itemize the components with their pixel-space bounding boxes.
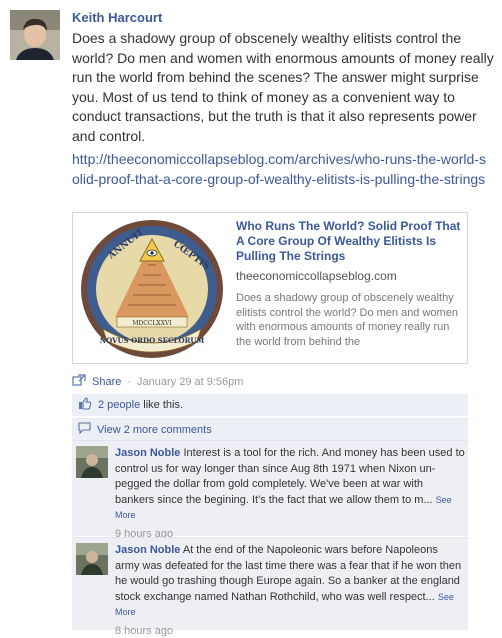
likes-count-link[interactable]: 2 people — [98, 399, 140, 411]
link-preview-description: Does a shadowy group of obscenely wealth… — [236, 292, 458, 348]
seal-image[interactable]: MDCCLXXVI ANNUIT CŒPTIS NOVUS ORDO SECLO… — [77, 217, 227, 361]
seal-year: MDCCLXXVI — [132, 320, 172, 327]
link-preview-card[interactable]: MDCCLXXVI ANNUIT CŒPTIS NOVUS ORDO SECLO… — [72, 212, 468, 364]
share-link[interactable]: Share — [92, 376, 121, 388]
link-preview-domain: theeconomiccollapseblog.com — [236, 269, 397, 283]
comment-author[interactable]: Jason Noble — [115, 544, 180, 556]
view-more-comments-link[interactable]: View 2 more comments — [97, 424, 212, 436]
comment-timestamp[interactable]: 8 hours ago — [115, 624, 465, 638]
seal-motto-bottom: NOVUS ORDO SECLORUM — [100, 336, 205, 345]
meta-separator: · — [127, 375, 132, 388]
link-preview-title[interactable]: Who Runs The World? Solid Proof That A C… — [236, 219, 464, 264]
post-link[interactable]: http://theeconomiccollapseblog.com/archi… — [72, 150, 488, 189]
likes-row: 2 people like this. — [72, 394, 468, 416]
commenter-avatar[interactable] — [76, 543, 108, 575]
comment-author[interactable]: Jason Noble — [115, 447, 180, 459]
comment-item: Jason Noble At the end of the Napoleonic… — [72, 537, 468, 637]
post-timestamp[interactable]: January 29 at 9:56pm — [137, 376, 243, 388]
post-author-name[interactable]: Keith Harcourt — [72, 10, 162, 25]
comment-icon — [78, 422, 91, 437]
thumbs-up-icon — [78, 397, 92, 413]
view-more-comments-row[interactable]: View 2 more comments — [72, 418, 468, 440]
commenter-avatar[interactable] — [76, 446, 108, 478]
post-meta: Share · January 29 at 9:56pm — [72, 374, 243, 389]
author-avatar[interactable] — [10, 10, 60, 60]
likes-suffix: like this. — [143, 399, 184, 411]
post-message: Does a shadowy group of obscenely wealth… — [72, 30, 494, 144]
comment-item: Jason Noble Interest is a tool for the r… — [72, 440, 468, 540]
share-icon[interactable] — [72, 374, 86, 389]
